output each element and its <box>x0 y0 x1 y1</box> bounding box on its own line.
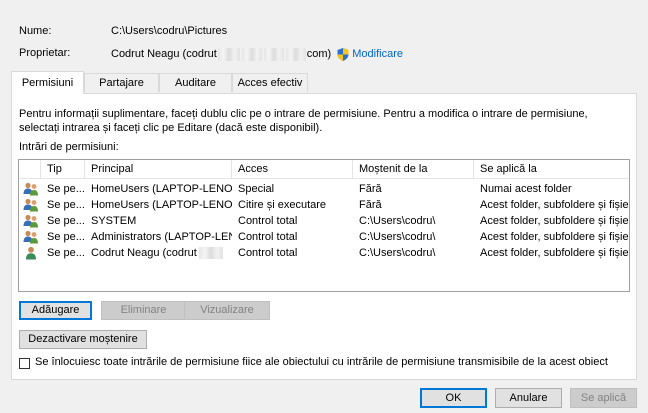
group-user-icon <box>23 230 38 244</box>
tab-permissions[interactable]: Permisiuni <box>11 71 84 94</box>
add-button[interactable]: Adăugare <box>19 301 92 320</box>
cell-access: Control total <box>238 215 298 227</box>
apply-button[interactable]: Se aplică <box>570 388 637 408</box>
table-row[interactable]: Se pe... HomeUsers (LAPTOP-LENOV... Spec… <box>19 181 629 197</box>
column-access[interactable]: Acces <box>232 160 353 178</box>
tab-sharing[interactable]: Partajare <box>84 73 159 92</box>
permission-entries-list[interactable]: Tip Principal Acces Moștenit de la Se ap… <box>18 159 630 292</box>
disable-inheritance-button[interactable]: Dezactivare moștenire <box>19 330 147 349</box>
cancel-button[interactable]: Anulare <box>495 388 562 408</box>
column-applies-to[interactable]: Se aplică la <box>474 160 629 178</box>
cell-principal: HomeUsers (LAPTOP-LENOV... <box>91 183 232 195</box>
cell-applies-to: Acest folder, subfoldere și fișiere <box>480 247 630 259</box>
cell-principal: HomeUsers (LAPTOP-LENOV... <box>91 199 232 211</box>
cell-type: Se pe... <box>47 215 85 227</box>
single-user-icon <box>26 246 36 260</box>
replace-child-permissions-checkbox[interactable] <box>19 358 30 369</box>
redacted-block <box>263 47 284 61</box>
cell-inherited-from: C:\Users\codru\ <box>359 231 436 243</box>
cell-applies-to: Acest folder, subfoldere și fișiere <box>480 215 630 227</box>
group-user-icon <box>23 198 38 212</box>
change-owner-link[interactable]: Modificare <box>352 48 403 60</box>
cell-principal-text: Codrut Neagu (codrut <box>91 247 197 259</box>
cell-inherited-from: C:\Users\codru\ <box>359 247 436 259</box>
cell-type: Se pe... <box>47 231 85 243</box>
cell-access: Control total <box>238 247 298 259</box>
table-row[interactable]: Se pe... SYSTEM Control total C:\Users\c… <box>19 213 629 229</box>
cell-inherited-from: Fără <box>359 199 382 211</box>
replace-child-permissions-label: Se înlocuiesc toate intrările de permisi… <box>35 356 608 368</box>
owner-label: Proprietar: <box>19 47 71 59</box>
cell-applies-to: Numai acest folder <box>480 183 572 195</box>
cell-inherited-from: C:\Users\codru\ <box>359 215 436 227</box>
column-spacer <box>19 160 41 178</box>
permissions-panel: Pentru informații suplimentare, faceți d… <box>11 93 637 380</box>
cell-applies-to: Acest folder, subfoldere și fișiere <box>480 231 630 243</box>
cell-access: Citire și executare <box>238 199 327 211</box>
tab-auditing[interactable]: Auditare <box>159 73 232 92</box>
redacted-block <box>217 47 240 61</box>
view-button[interactable]: Vizualizare <box>184 301 270 320</box>
cell-type: Se pe... <box>47 183 85 195</box>
permission-entries-label: Intrări de permisiuni: <box>19 141 119 153</box>
owner-prefix: Codrut Neagu (codrut <box>111 48 217 60</box>
cell-applies-to: Acest folder, subfoldere și fișiere <box>480 199 630 211</box>
cell-inherited-from: Fără <box>359 183 382 195</box>
owner-suffix: com) <box>306 48 332 60</box>
column-type[interactable]: Tip <box>41 160 85 178</box>
info-text: Pentru informații suplimentare, faceți d… <box>19 108 588 134</box>
cell-principal: Administrators (LAPTOP-LEN... <box>91 231 232 243</box>
owner-value: Codrut Neagu (codrut com) Modificare <box>111 47 403 61</box>
cell-type: Se pe... <box>47 199 85 211</box>
redacted-block <box>241 47 262 61</box>
cell-principal: SYSTEM <box>91 215 137 227</box>
name-label: Nume: <box>19 25 52 37</box>
cell-type: Se pe... <box>47 247 85 259</box>
uac-shield-icon <box>337 47 349 61</box>
group-user-icon <box>23 182 38 196</box>
table-row[interactable]: Se pe... Codrut Neagu (codrut Control to… <box>19 245 629 261</box>
cell-access: Control total <box>238 231 298 243</box>
table-row[interactable]: Se pe... Administrators (LAPTOP-LEN... C… <box>19 229 629 245</box>
remove-button[interactable]: Eliminare <box>101 301 186 320</box>
cell-access: Special <box>238 183 275 195</box>
name-value: C:\Users\codru\Pictures <box>111 25 228 37</box>
ok-button[interactable]: OK <box>420 388 487 408</box>
column-inherited-from[interactable]: Moștenit de la <box>353 160 474 178</box>
redacted-block <box>198 247 223 260</box>
tab-effective-access[interactable]: Acces efectiv <box>232 73 308 92</box>
table-row[interactable]: Se pe... HomeUsers (LAPTOP-LENOV... Citi… <box>19 197 629 213</box>
column-principal[interactable]: Principal <box>85 160 232 178</box>
cell-principal: Codrut Neagu (codrut <box>85 245 232 261</box>
list-header: Tip Principal Acces Moștenit de la Se ap… <box>19 160 629 179</box>
redacted-block <box>285 47 306 61</box>
group-user-icon <box>23 214 38 228</box>
